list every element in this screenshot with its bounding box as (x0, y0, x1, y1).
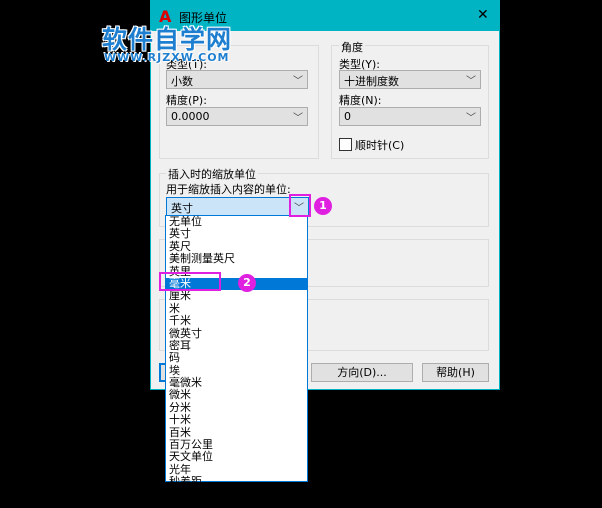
length-precision-label: 精度(P): (166, 94, 207, 107)
insert-scale-group-label: 插入时的缩放单位 (166, 166, 258, 182)
chevron-down-icon: ﹀ (293, 76, 303, 87)
length-precision-select[interactable]: 0.0000 ﹀ (166, 107, 308, 126)
close-icon[interactable]: ✕ (477, 7, 489, 23)
angle-precision-select[interactable]: 0 ﹀ (339, 107, 481, 126)
dropdown-option[interactable]: 密耳 (166, 339, 307, 352)
insert-units-select[interactable]: 英寸 ﹀ (166, 197, 309, 216)
chevron-down-icon: ﹀ (466, 113, 476, 124)
angle-group-label: 角度 (339, 39, 365, 55)
annotation-box-1 (289, 194, 311, 217)
chevron-down-icon: ﹀ (293, 113, 303, 124)
annotation-badge-2: 2 (238, 274, 256, 292)
units-dropdown-list[interactable]: 无单位 英寸 英尺 美制测量英尺 英里 毫米 厘米米千米 微英寸 密耳码埃毫微米 微米 分米 十米 百米… (165, 215, 308, 488)
help-button[interactable]: 帮助(H) (422, 363, 489, 382)
dropdown-option[interactable]: 美制测量英尺 (166, 252, 307, 265)
length-type-value: 小数 (171, 75, 193, 88)
clockwise-checkbox[interactable] (339, 138, 352, 151)
dropdown-option[interactable]: 天文单位 (166, 451, 307, 463)
angle-type-select[interactable]: 十进制度数 ﹀ (339, 70, 481, 89)
insert-units-label: 用于缩放插入内容的单位: (166, 183, 291, 196)
annotation-box-2 (159, 272, 221, 291)
annotation-badge-1: 1 (314, 197, 332, 215)
chevron-down-icon: ﹀ (466, 76, 476, 87)
length-precision-value: 0.0000 (171, 110, 210, 123)
dropdown-option[interactable]: 秒差距 (166, 476, 307, 488)
dropdown-option[interactable]: 码 (166, 352, 307, 364)
dropdown-option[interactable]: 英寸 (166, 228, 307, 240)
angle-precision-label: 精度(N): (339, 94, 382, 107)
insert-units-value: 英寸 (171, 202, 193, 215)
watermark-url: WWW.RJZXW.COM (104, 51, 230, 64)
angle-precision-value: 0 (344, 110, 351, 123)
dropdown-option[interactable]: 微米 (166, 389, 307, 401)
dropdown-option[interactable]: 十米 (166, 414, 307, 426)
clockwise-label: 顺时针(C) (355, 139, 405, 152)
dropdown-option[interactable]: 千米 (166, 314, 307, 327)
direction-button[interactable]: 方向(D)... (311, 363, 413, 382)
angle-type-value: 十进制度数 (344, 75, 399, 88)
dropdown-option[interactable]: 厘米 (166, 290, 307, 302)
length-type-select[interactable]: 小数 ﹀ (166, 70, 308, 89)
